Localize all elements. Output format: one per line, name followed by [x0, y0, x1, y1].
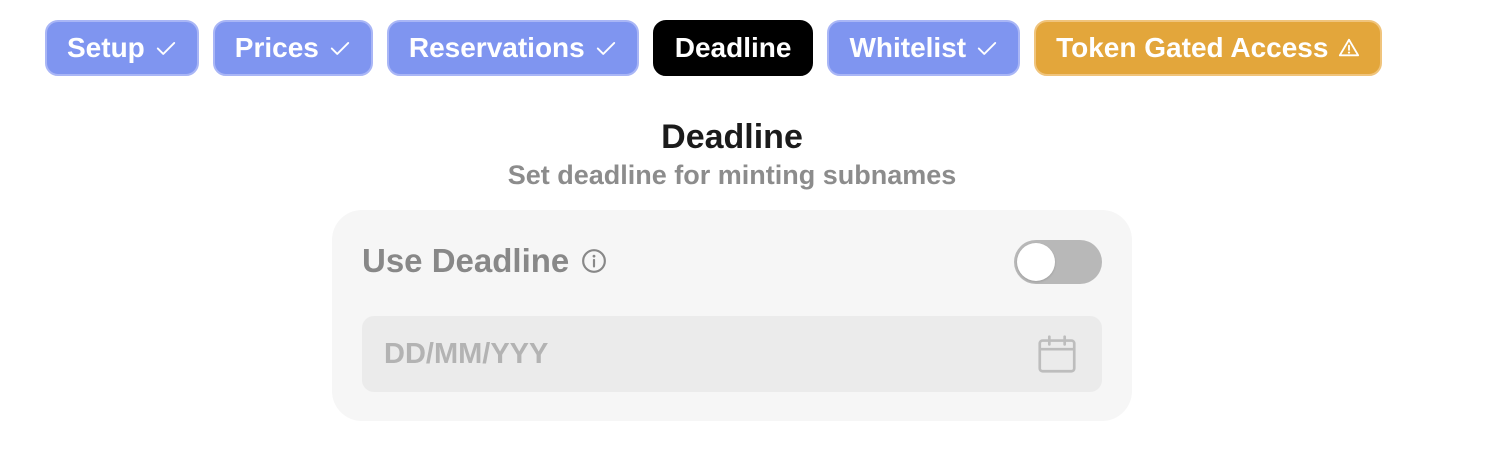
check-icon	[976, 37, 998, 59]
step-label: Whitelist	[849, 32, 967, 63]
step-label: Token Gated Access	[1056, 32, 1329, 63]
step-label: Deadline	[674, 32, 792, 63]
toggle-knob	[1017, 243, 1055, 281]
use-deadline-label: Use Deadline	[362, 242, 570, 279]
step-label: Prices	[234, 32, 319, 63]
step-setup[interactable]: Setup	[45, 20, 199, 76]
step-tabs: Setup Prices Reservations Deadline White…	[45, 20, 1383, 76]
deadline-date-input[interactable]	[384, 337, 1034, 371]
warning-icon	[1338, 37, 1360, 59]
step-label: Reservations	[408, 32, 585, 63]
calendar-icon[interactable]	[1034, 331, 1080, 377]
step-prices[interactable]: Prices	[212, 20, 373, 76]
info-icon[interactable]	[581, 248, 607, 274]
use-deadline-toggle[interactable]	[1014, 240, 1102, 284]
step-token-gated-access[interactable]: Token Gated Access	[1034, 20, 1383, 76]
check-icon	[595, 37, 617, 59]
step-whitelist[interactable]: Whitelist	[827, 20, 1021, 76]
deadline-date-field	[362, 316, 1102, 392]
step-reservations[interactable]: Reservations	[386, 20, 639, 76]
check-icon	[155, 37, 177, 59]
check-icon	[329, 37, 351, 59]
deadline-card: Use Deadline	[332, 210, 1132, 421]
section-subtitle: Set deadline for minting subnames	[507, 160, 957, 190]
step-deadline[interactable]: Deadline	[652, 20, 814, 76]
section-title: Deadline	[661, 118, 803, 156]
use-deadline-row: Use Deadline	[362, 242, 607, 280]
step-label: Setup	[67, 32, 145, 63]
